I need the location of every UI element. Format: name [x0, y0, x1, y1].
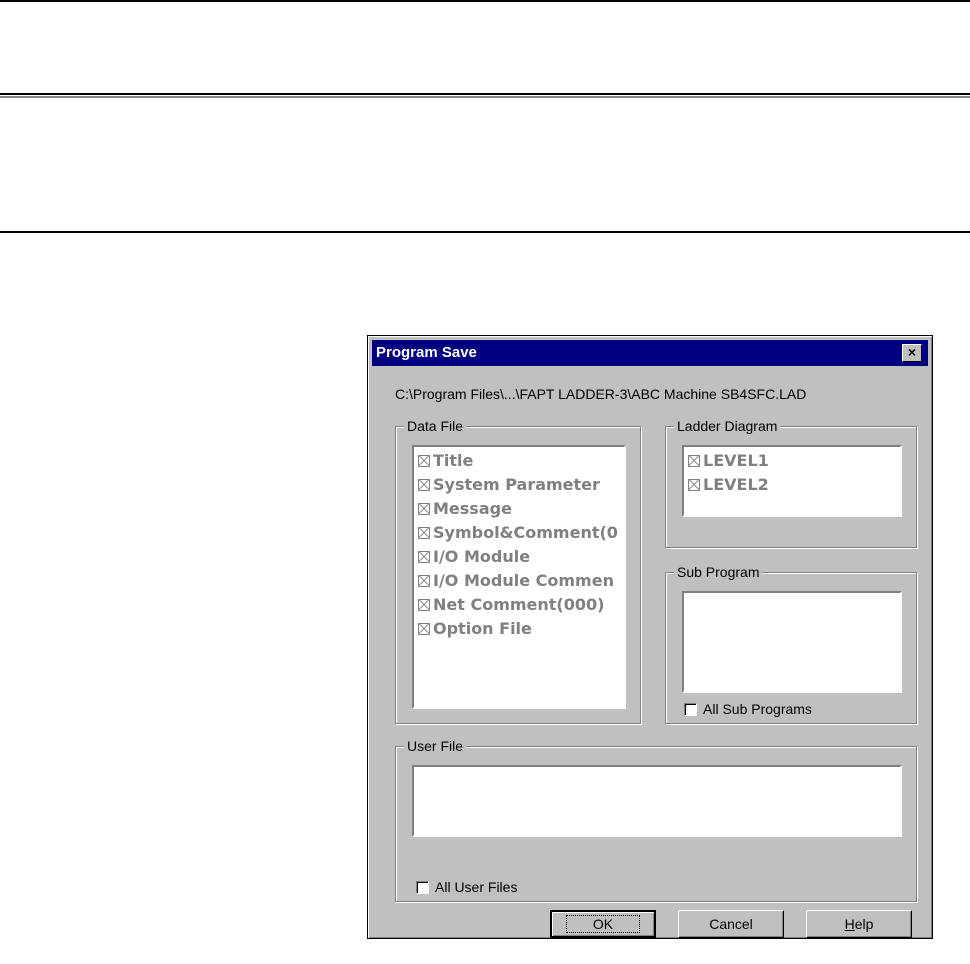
checked-box-icon	[418, 479, 430, 491]
checked-box-icon	[418, 527, 430, 539]
page-section-rule	[0, 231, 970, 233]
user-file-label: User File	[404, 738, 467, 754]
ladder-diagram-list[interactable]: LEVEL1 LEVEL2	[682, 445, 902, 517]
data-file-item[interactable]: Title	[414, 449, 624, 473]
data-file-item[interactable]: I/O Module Commen	[414, 569, 624, 593]
data-file-list[interactable]: Title System Parameter Message Symbol&Co…	[412, 445, 626, 709]
data-file-item[interactable]: I/O Module	[414, 545, 624, 569]
page-header-rule	[0, 93, 970, 95]
data-file-item[interactable]: Net Comment(000)	[414, 593, 624, 617]
user-file-list[interactable]	[412, 765, 902, 837]
checked-box-icon	[418, 623, 430, 635]
checked-box-icon	[688, 455, 700, 467]
sub-program-list[interactable]	[682, 591, 902, 693]
file-path: C:\Program Files\...\FAPT LADDER-3\ABC M…	[395, 386, 807, 402]
program-save-dialog: Program Save × C:\Program Files\...\FAPT…	[367, 335, 933, 939]
data-file-item[interactable]: Symbol&Comment(0	[414, 521, 624, 545]
sub-program-label: Sub Program	[674, 564, 763, 580]
page-header-rule-shadow	[0, 96, 970, 98]
all-user-files-checkbox[interactable]: All User Files	[416, 879, 517, 895]
checked-box-icon	[688, 479, 700, 491]
checkbox-icon	[684, 703, 697, 716]
help-button[interactable]: Help	[806, 910, 912, 938]
close-icon[interactable]: ×	[902, 344, 922, 362]
dialog-title: Program Save	[376, 344, 477, 361]
checked-box-icon	[418, 575, 430, 587]
checked-box-icon	[418, 551, 430, 563]
dialog-titlebar[interactable]: Program Save ×	[372, 340, 928, 366]
user-file-group: User File All User Files	[395, 738, 917, 902]
data-file-label: Data File	[404, 418, 467, 434]
data-file-group: Data File Title System Parameter Message…	[395, 418, 641, 724]
data-file-item[interactable]: System Parameter	[414, 473, 624, 497]
cancel-button[interactable]: Cancel	[678, 910, 784, 938]
ladder-diagram-label: Ladder Diagram	[674, 418, 781, 434]
checked-box-icon	[418, 599, 430, 611]
checked-box-icon	[418, 455, 430, 467]
ladder-diagram-group: Ladder Diagram LEVEL1 LEVEL2	[665, 418, 917, 548]
data-file-item[interactable]: Option File	[414, 617, 624, 641]
checked-box-icon	[418, 503, 430, 515]
ok-button[interactable]: OK	[550, 910, 656, 938]
ladder-diagram-item[interactable]: LEVEL2	[684, 473, 900, 497]
data-file-item[interactable]: Message	[414, 497, 624, 521]
ladder-diagram-item[interactable]: LEVEL1	[684, 449, 900, 473]
all-sub-programs-checkbox[interactable]: All Sub Programs	[684, 701, 812, 717]
page-top-rule	[0, 0, 970, 2]
sub-program-group: Sub Program All Sub Programs	[665, 564, 917, 724]
checkbox-icon	[416, 881, 429, 894]
